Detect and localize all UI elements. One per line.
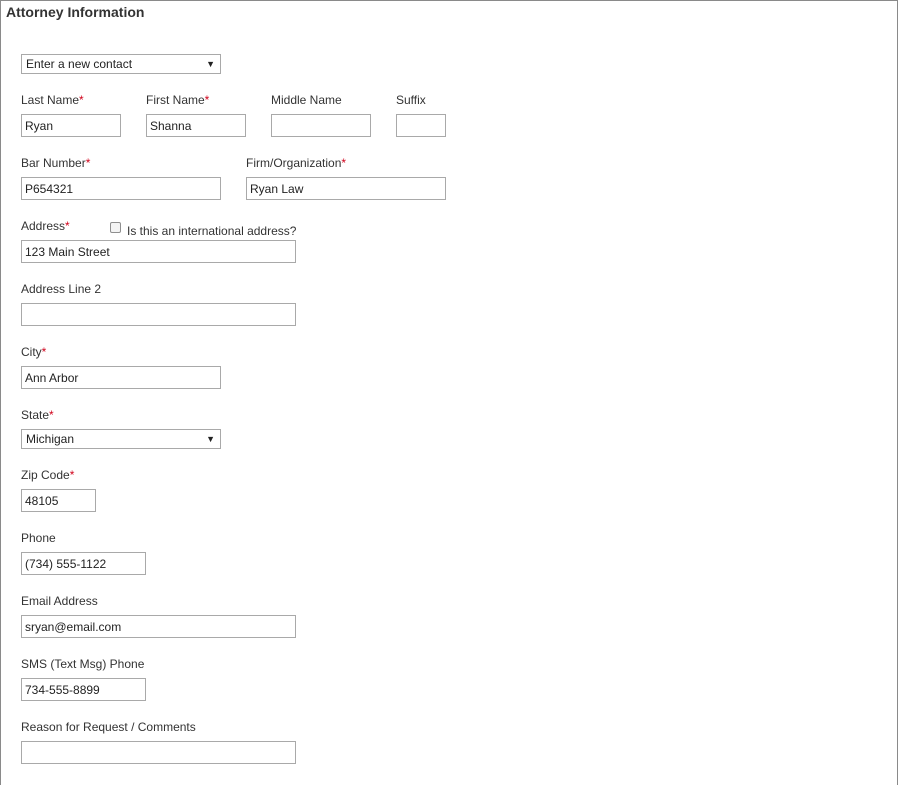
suffix-label: Suffix: [396, 93, 426, 107]
state-select-value: Michigan: [26, 432, 75, 446]
international-address-checkbox[interactable]: [110, 222, 121, 233]
contact-select[interactable]: Enter a new contact ▼: [21, 54, 221, 74]
required-asterisk: *: [341, 156, 347, 170]
required-asterisk: *: [69, 468, 75, 482]
required-asterisk: *: [85, 156, 91, 170]
required-asterisk: *: [204, 93, 210, 107]
section-title: Attorney Information: [6, 4, 145, 20]
required-asterisk: *: [49, 408, 54, 422]
email-input[interactable]: [21, 615, 296, 638]
address-line-2-input[interactable]: [21, 303, 296, 326]
required-asterisk: *: [65, 219, 70, 233]
zip-code-label: Zip Code*: [21, 468, 75, 482]
required-asterisk: *: [41, 345, 47, 359]
last-name-input[interactable]: [21, 114, 121, 137]
reason-label: Reason for Request / Comments: [21, 720, 196, 734]
phone-input[interactable]: [21, 552, 146, 575]
sms-phone-input[interactable]: [21, 678, 146, 701]
bar-number-label: Bar Number*: [21, 156, 91, 170]
contact-select-value: Enter a new contact: [26, 57, 133, 71]
international-address-label: Is this an international address?: [127, 224, 297, 238]
suffix-input[interactable]: [396, 114, 446, 137]
firm-input[interactable]: [246, 177, 446, 200]
city-label: City*: [21, 345, 47, 359]
address-input[interactable]: [21, 240, 296, 263]
chevron-down-icon: ▼: [206, 434, 215, 444]
last-name-label: Last Name*: [21, 93, 84, 107]
email-label: Email Address: [21, 594, 98, 608]
address-line-2-label: Address Line 2: [21, 282, 102, 296]
attorney-information-panel: Attorney Information Enter a new contact…: [0, 0, 898, 785]
first-name-label: First Name*: [146, 93, 210, 107]
phone-label: Phone: [21, 531, 56, 545]
middle-name-label: Middle Name: [271, 93, 342, 107]
zip-code-input[interactable]: [21, 489, 96, 512]
required-asterisk: *: [79, 93, 84, 107]
sms-phone-label: SMS (Text Msg) Phone: [21, 657, 145, 671]
address-label: Address*: [21, 219, 70, 233]
city-input[interactable]: [21, 366, 221, 389]
chevron-down-icon: ▼: [206, 59, 215, 69]
bar-number-input[interactable]: [21, 177, 221, 200]
state-select[interactable]: Michigan ▼: [21, 429, 221, 449]
middle-name-input[interactable]: [271, 114, 371, 137]
first-name-input[interactable]: [146, 114, 246, 137]
state-label: State*: [21, 408, 54, 422]
reason-input[interactable]: [21, 741, 296, 764]
firm-label: Firm/Organization*: [246, 156, 347, 170]
